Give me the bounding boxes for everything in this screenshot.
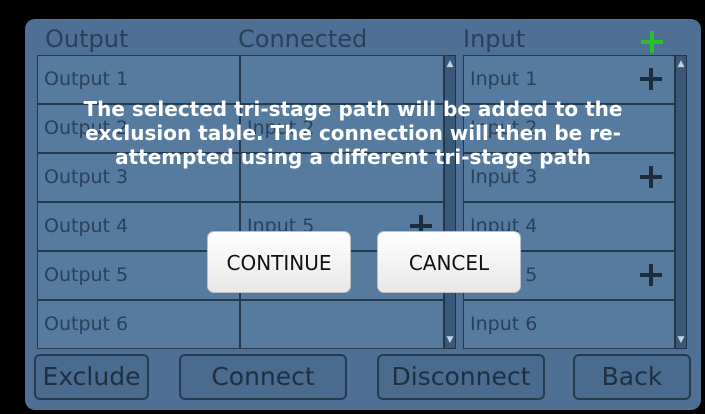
scroll-down-icon[interactable]: ▼ [676, 334, 686, 346]
connected-column-header: Connected [238, 25, 368, 53]
scroll-up-icon[interactable]: ▲ [445, 58, 455, 70]
output-column-header: Output [45, 25, 129, 53]
output-row-6[interactable]: Output 6 [37, 300, 240, 349]
disconnect-button[interactable]: Disconnect [377, 354, 545, 400]
input-scrollbar[interactable]: ▲ ▼ [675, 55, 687, 349]
back-button[interactable]: Back [573, 354, 691, 400]
add-input-1-icon[interactable] [640, 68, 662, 90]
scroll-up-icon[interactable]: ▲ [676, 58, 686, 70]
add-icon[interactable] [641, 31, 663, 53]
connected-row-6[interactable] [240, 300, 444, 349]
input-row-6[interactable]: Input 6 [463, 300, 675, 349]
add-input-3-icon[interactable] [640, 166, 662, 188]
dialog-message: The selected tri-stage path will be adde… [83, 97, 623, 169]
continue-button[interactable]: CONTINUE [207, 231, 351, 293]
input-column-header: Input [463, 25, 526, 53]
dialog-background-screen: Output Connected Input Output 1 Output 2… [25, 19, 701, 410]
add-input-5-icon[interactable] [640, 264, 662, 286]
connect-button[interactable]: Connect [179, 354, 347, 400]
cancel-button[interactable]: CANCEL [377, 231, 521, 293]
exclude-button[interactable]: Exclude [34, 354, 149, 400]
scroll-down-icon[interactable]: ▼ [445, 334, 455, 346]
